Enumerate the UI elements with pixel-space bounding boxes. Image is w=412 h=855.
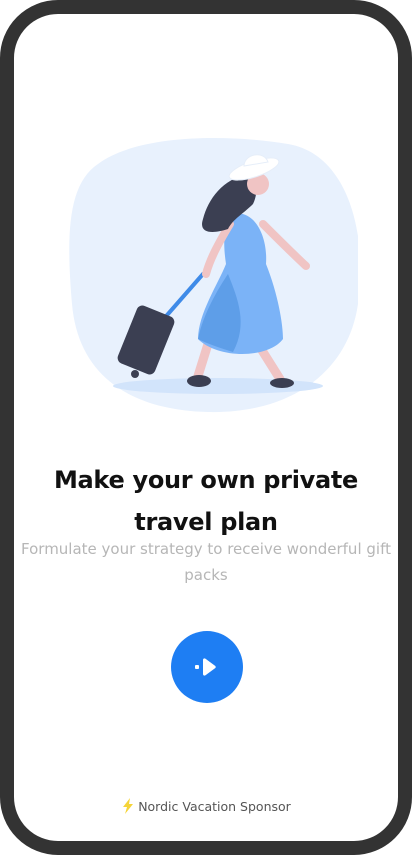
sponsor-text: Nordic Vacation Sponsor (138, 798, 291, 814)
illustration-background-blob (69, 138, 358, 413)
onboarding-headline: Make your own private travel plan (53, 466, 359, 536)
onboarding-subtitle: Formulate your strategy to receive wonde… (21, 540, 391, 584)
lightning-bolt-icon (123, 798, 134, 814)
arrow-right-icon (195, 658, 216, 676)
phone-frame: Make your own private travel plan Formul… (0, 0, 412, 855)
traveler-illustration (69, 138, 358, 413)
sponsor-credit: Nordic Vacation Sponsor (14, 798, 398, 814)
next-button[interactable] (171, 631, 243, 703)
